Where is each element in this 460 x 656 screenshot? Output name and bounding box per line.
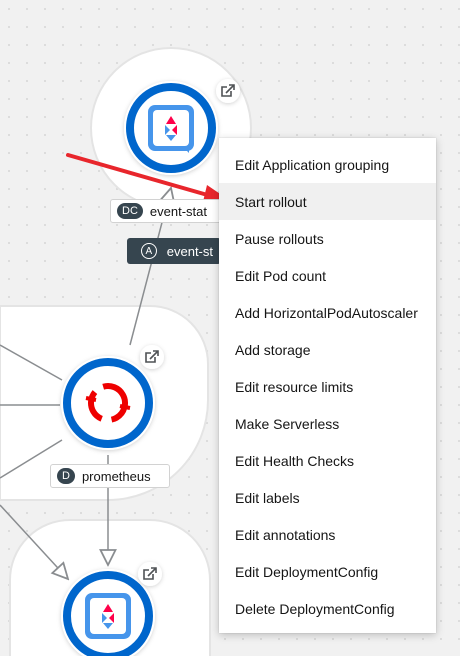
node-name: prometheus: [81, 468, 151, 484]
context-menu: Edit Application grouping Start rollout …: [219, 138, 436, 633]
menu-item-start-rollout[interactable]: Start rollout: [219, 183, 436, 220]
node-name: event-stat: [149, 203, 207, 219]
workload-node-prometheus[interactable]: [61, 356, 155, 450]
open-url-decorator[interactable]: [140, 345, 164, 369]
menu-item-edit-deploymentconfig[interactable]: Edit DeploymentConfig: [219, 553, 436, 590]
menu-item-make-serverless[interactable]: Make Serverless: [219, 405, 436, 442]
deploymentconfig-badge: DC: [117, 203, 143, 219]
menu-item-edit-annotations[interactable]: Edit annotations: [219, 516, 436, 553]
application-group-label[interactable]: A event-st: [127, 238, 221, 264]
menu-item-add-hpa[interactable]: Add HorizontalPodAutoscaler: [219, 294, 436, 331]
menu-item-edit-labels[interactable]: Edit labels: [219, 479, 436, 516]
quarkus-icon: [85, 593, 131, 639]
workload-node-event-stat[interactable]: [124, 81, 218, 175]
application-badge: A: [141, 243, 157, 259]
open-url-decorator[interactable]: [138, 562, 162, 586]
node-label-prometheus[interactable]: D prometheus: [50, 464, 170, 488]
topology-canvas[interactable]: DC event-stat A event-st D prometheus Ed…: [0, 0, 460, 656]
quarkus-icon: [148, 105, 194, 153]
menu-item-delete-deploymentconfig[interactable]: Delete DeploymentConfig: [219, 590, 436, 627]
menu-item-edit-health-checks[interactable]: Edit Health Checks: [219, 442, 436, 479]
menu-item-edit-application-grouping[interactable]: Edit Application grouping: [219, 146, 436, 183]
open-url-decorator[interactable]: [216, 79, 240, 103]
menu-item-pause-rollouts[interactable]: Pause rollouts: [219, 220, 436, 257]
menu-item-edit-pod-count[interactable]: Edit Pod count: [219, 257, 436, 294]
menu-item-edit-resource-limits[interactable]: Edit resource limits: [219, 368, 436, 405]
application-name: event-st: [166, 243, 213, 259]
menu-item-add-storage[interactable]: Add storage: [219, 331, 436, 368]
deployment-badge: D: [57, 468, 75, 484]
node-label-event-stat[interactable]: DC event-stat: [110, 199, 222, 223]
